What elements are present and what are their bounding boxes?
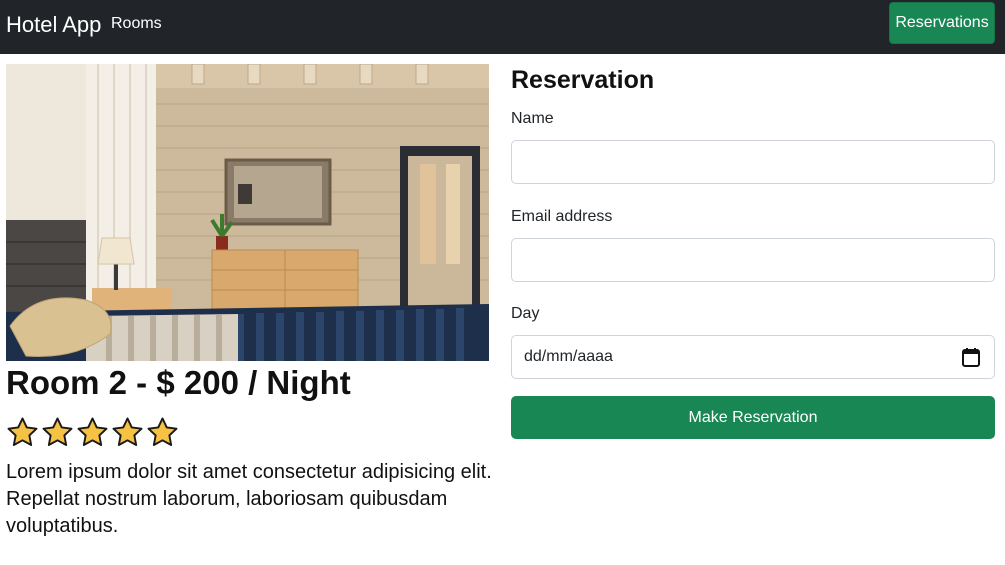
reservations-button[interactable]: Reservations xyxy=(889,2,995,44)
make-reservation-button[interactable]: Make Reservation xyxy=(511,396,995,439)
email-input[interactable] xyxy=(511,238,995,282)
star-icon xyxy=(7,417,38,446)
star-icon xyxy=(147,417,178,446)
name-label: Name xyxy=(511,110,554,127)
room-description: Lorem ipsum dolor sit amet consectetur a… xyxy=(6,461,492,537)
room-title: Room 2 - $ 200 / Night xyxy=(6,364,351,401)
day-date-placeholder: dd/mm/aaaa xyxy=(524,348,613,365)
star-icon xyxy=(77,417,108,446)
nav-link-rooms[interactable]: Rooms xyxy=(111,15,162,33)
navbar: Hotel App Rooms Reservations xyxy=(0,0,1005,54)
brand-link[interactable]: Hotel App xyxy=(6,12,101,38)
day-date-input[interactable]: dd/mm/aaaa xyxy=(511,335,995,379)
star-icon xyxy=(112,417,143,446)
day-label: Day xyxy=(511,305,540,322)
rating-stars xyxy=(6,416,179,449)
form-title: Reservation xyxy=(511,66,655,94)
star-icon xyxy=(42,417,73,446)
room-photo xyxy=(6,64,489,361)
name-input[interactable] xyxy=(511,140,995,184)
calendar-icon[interactable] xyxy=(962,347,980,367)
bedroom-image xyxy=(6,64,489,361)
email-label: Email address xyxy=(511,208,613,225)
